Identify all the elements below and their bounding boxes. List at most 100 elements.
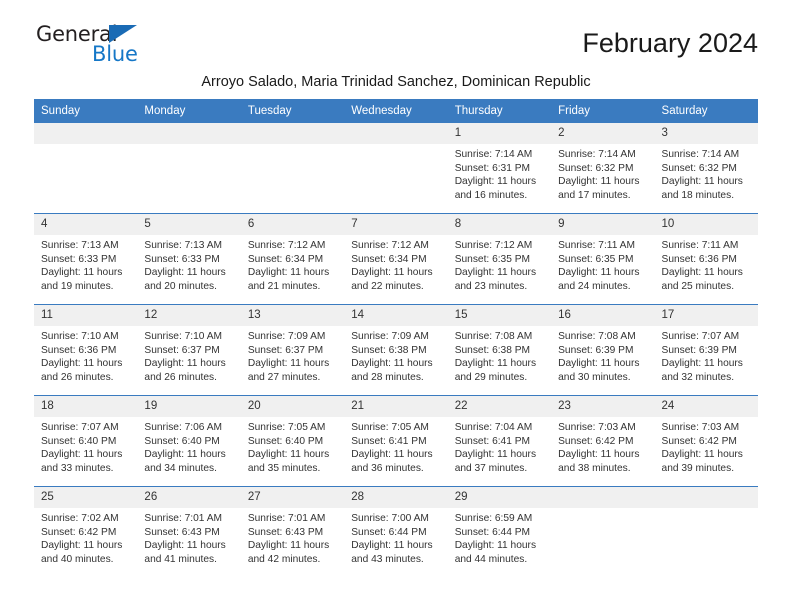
sunset-text: Sunset: 6:43 PM bbox=[144, 526, 220, 538]
sunset-text: Sunset: 6:32 PM bbox=[558, 162, 634, 174]
daylight-text-line1: Daylight: 11 hours bbox=[41, 358, 123, 370]
daylight-text-line2: and 22 minutes. bbox=[351, 280, 424, 292]
day-number: 11 bbox=[34, 305, 138, 326]
sunset-text: Sunset: 6:37 PM bbox=[247, 344, 324, 356]
day-number: 10 bbox=[654, 214, 758, 235]
day-cell[interactable]: 15 Sunrise: 7:08 AM Sunset: 6:38 PM Dayligh… bbox=[447, 304, 552, 396]
day-cell[interactable]: 5 Sunrise: 7:13 AM Sunset: 6:33 PM Daylight… bbox=[137, 213, 241, 305]
day-details: Sunrise: 7:10 AM Sunset: 6:37 PM Daylight:… bbox=[137, 326, 240, 384]
day-cell[interactable]: 3 Sunrise: 7:14 AM Sunset: 6:32 PM Daylight… bbox=[654, 123, 758, 214]
day-cell[interactable]: 10 Sunrise: 7:11 AM Sunset: 6:36 PM Dayligh… bbox=[654, 213, 758, 305]
weekday-header-tuesday: Tuesday bbox=[240, 99, 345, 123]
sunrise-text: Sunrise: 7:01 AM bbox=[247, 513, 326, 524]
daylight-text-line1: Daylight: 11 hours bbox=[558, 267, 640, 279]
daylight-text-line1: Daylight: 11 hours bbox=[661, 358, 743, 370]
day-cell[interactable]: 22 Sunrise: 7:04 AM Sunset: 6:41 PM Dayligh… bbox=[447, 395, 552, 487]
day-cell[interactable]: 12 Sunrise: 7:10 AM Sunset: 6:37 PM Dayligh… bbox=[137, 304, 241, 396]
day-cell[interactable]: 1 Sunrise: 7:14 AM Sunset: 6:31 PM Daylight… bbox=[447, 123, 552, 214]
daylight-text-line1: Daylight: 11 hours bbox=[247, 540, 330, 552]
daylight-text-line2: and 41 minutes. bbox=[144, 553, 217, 565]
day-cell[interactable]: 19 Sunrise: 7:06 AM Sunset: 6:40 PM Dayligh… bbox=[137, 395, 241, 487]
general-blue-logo[interactable]: General Blue bbox=[36, 22, 236, 70]
day-number: 6 bbox=[240, 214, 345, 235]
day-details: Sunrise: 7:02 AM Sunset: 6:42 PM Daylight:… bbox=[34, 508, 137, 566]
sunset-text: Sunset: 6:39 PM bbox=[661, 344, 737, 356]
day-details: Sunrise: 7:00 AM Sunset: 6:44 PM Daylight:… bbox=[344, 508, 447, 566]
daylight-text-line1: Daylight: 11 hours bbox=[351, 267, 433, 279]
day-number bbox=[240, 123, 345, 144]
daylight-text-line1: Daylight: 11 hours bbox=[144, 358, 226, 370]
daylight-text-line2: and 20 minutes. bbox=[144, 280, 217, 292]
calendar-header-row: Sunday Monday Tuesday Wednesday Thursday… bbox=[34, 99, 758, 123]
day-cell[interactable]: 25 Sunrise: 7:02 AM Sunset: 6:42 PM Dayligh… bbox=[34, 486, 138, 577]
sunset-text: Sunset: 6:38 PM bbox=[351, 344, 427, 356]
day-cell[interactable]: 18 Sunrise: 7:07 AM Sunset: 6:40 PM Dayligh… bbox=[34, 395, 138, 487]
sunrise-text: Sunrise: 7:02 AM bbox=[41, 513, 119, 524]
day-cell[interactable]: 17 Sunrise: 7:07 AM Sunset: 6:39 PM Dayligh… bbox=[654, 304, 758, 396]
day-cell[interactable]: 9 Sunrise: 7:11 AM Sunset: 6:35 PM Daylight… bbox=[551, 213, 655, 305]
day-cell[interactable]: 29 Sunrise: 6:59 AM Sunset: 6:44 PM Dayligh… bbox=[447, 486, 552, 577]
weekday-header-friday: Friday bbox=[551, 99, 655, 123]
day-details: Sunrise: 7:13 AM Sunset: 6:33 PM Daylight:… bbox=[34, 235, 137, 293]
day-cell[interactable]: 2 Sunrise: 7:14 AM Sunset: 6:32 PM Daylight… bbox=[551, 123, 655, 214]
logo-text-blue: Blue bbox=[92, 42, 138, 66]
day-cell[interactable]: 23 Sunrise: 7:03 AM Sunset: 6:42 PM Dayligh… bbox=[551, 395, 655, 487]
daylight-text-line1: Daylight: 11 hours bbox=[41, 540, 123, 552]
daylight-text-line2: and 26 minutes. bbox=[144, 371, 217, 383]
daylight-text-line2: and 30 minutes. bbox=[558, 371, 631, 383]
sunrise-text: Sunrise: 7:11 AM bbox=[558, 240, 635, 251]
day-details: Sunrise: 7:12 AM Sunset: 6:35 PM Daylight:… bbox=[448, 235, 551, 293]
sunrise-text: Sunrise: 7:10 AM bbox=[144, 331, 223, 342]
daylight-text-line1: Daylight: 11 hours bbox=[351, 358, 433, 370]
sunrise-text: Sunrise: 7:08 AM bbox=[454, 331, 533, 342]
sunset-text: Sunset: 6:41 PM bbox=[454, 435, 531, 447]
page-title: February 2024 bbox=[582, 28, 758, 58]
day-details: Sunrise: 7:14 AM Sunset: 6:32 PM Daylight:… bbox=[655, 144, 758, 202]
day-cell[interactable]: 28 Sunrise: 7:00 AM Sunset: 6:44 PM Dayligh… bbox=[344, 486, 448, 577]
logo-triangle-icon bbox=[109, 25, 137, 43]
daylight-text-line2: and 42 minutes. bbox=[247, 553, 321, 565]
day-cell[interactable]: 21 Sunrise: 7:05 AM Sunset: 6:41 PM Dayligh… bbox=[344, 395, 448, 487]
day-cell[interactable]: 6 Sunrise: 7:12 AM Sunset: 6:34 PM Daylight… bbox=[240, 213, 345, 305]
daylight-text-line2: and 17 minutes. bbox=[558, 189, 631, 201]
sunrise-text: Sunrise: 7:12 AM bbox=[454, 240, 533, 251]
day-cell[interactable]: 24 Sunrise: 7:03 AM Sunset: 6:42 PM Dayligh… bbox=[654, 395, 758, 487]
daylight-text-line1: Daylight: 11 hours bbox=[454, 267, 537, 279]
day-cell-empty bbox=[137, 123, 241, 214]
day-cell[interactable]: 16 Sunrise: 7:08 AM Sunset: 6:39 PM Dayligh… bbox=[551, 304, 655, 396]
sunset-text: Sunset: 6:34 PM bbox=[247, 253, 324, 265]
daylight-text-line1: Daylight: 11 hours bbox=[144, 540, 226, 552]
sunset-text: Sunset: 6:36 PM bbox=[661, 253, 737, 265]
sunset-text: Sunset: 6:42 PM bbox=[41, 526, 117, 538]
sunrise-text: Sunrise: 7:09 AM bbox=[351, 331, 429, 342]
day-details: Sunrise: 7:11 AM Sunset: 6:35 PM Daylight:… bbox=[551, 235, 654, 293]
sunrise-text: Sunrise: 7:01 AM bbox=[144, 513, 223, 524]
sunset-text: Sunset: 6:44 PM bbox=[454, 526, 531, 538]
daylight-text-line2: and 21 minutes. bbox=[247, 280, 321, 292]
day-cell[interactable]: 4 Sunrise: 7:13 AM Sunset: 6:33 PM Daylight… bbox=[34, 213, 138, 305]
daylight-text-line1: Daylight: 11 hours bbox=[558, 176, 640, 188]
day-cell[interactable]: 14 Sunrise: 7:09 AM Sunset: 6:38 PM Dayligh… bbox=[344, 304, 448, 396]
day-details: Sunrise: 7:07 AM Sunset: 6:39 PM Daylight:… bbox=[655, 326, 758, 384]
sunset-text: Sunset: 6:35 PM bbox=[558, 253, 634, 265]
sunrise-text: Sunrise: 7:08 AM bbox=[558, 331, 636, 342]
weekday-header-wednesday: Wednesday bbox=[344, 99, 448, 123]
daylight-text-line2: and 36 minutes. bbox=[351, 462, 424, 474]
daylight-text-line2: and 39 minutes. bbox=[661, 462, 735, 474]
daylight-text-line2: and 35 minutes. bbox=[247, 462, 321, 474]
day-cell[interactable]: 7 Sunrise: 7:12 AM Sunset: 6:34 PM Daylight… bbox=[344, 213, 448, 305]
sunrise-text: Sunrise: 7:14 AM bbox=[454, 149, 533, 160]
sunrise-text: Sunrise: 7:03 AM bbox=[661, 422, 740, 433]
day-cell[interactable]: 27 Sunrise: 7:01 AM Sunset: 6:43 PM Dayligh… bbox=[240, 486, 345, 577]
day-cell[interactable]: 26 Sunrise: 7:01 AM Sunset: 6:43 PM Dayligh… bbox=[137, 486, 241, 577]
day-cell[interactable]: 13 Sunrise: 7:09 AM Sunset: 6:37 PM Dayligh… bbox=[240, 304, 345, 396]
sunrise-text: Sunrise: 7:14 AM bbox=[661, 149, 740, 160]
daylight-text-line2: and 37 minutes. bbox=[454, 462, 528, 474]
daylight-text-line2: and 26 minutes. bbox=[41, 371, 114, 383]
calendar-week-row: 11 Sunrise: 7:10 AM Sunset: 6:36 PM Dayligh… bbox=[34, 304, 758, 396]
sunset-text: Sunset: 6:33 PM bbox=[144, 253, 220, 265]
day-details: Sunrise: 7:08 AM Sunset: 6:38 PM Daylight:… bbox=[448, 326, 551, 384]
day-cell[interactable]: 20 Sunrise: 7:05 AM Sunset: 6:40 PM Dayligh… bbox=[240, 395, 345, 487]
day-cell[interactable]: 8 Sunrise: 7:12 AM Sunset: 6:35 PM Daylight… bbox=[447, 213, 552, 305]
day-cell[interactable]: 11 Sunrise: 7:10 AM Sunset: 6:36 PM Dayligh… bbox=[34, 304, 138, 396]
